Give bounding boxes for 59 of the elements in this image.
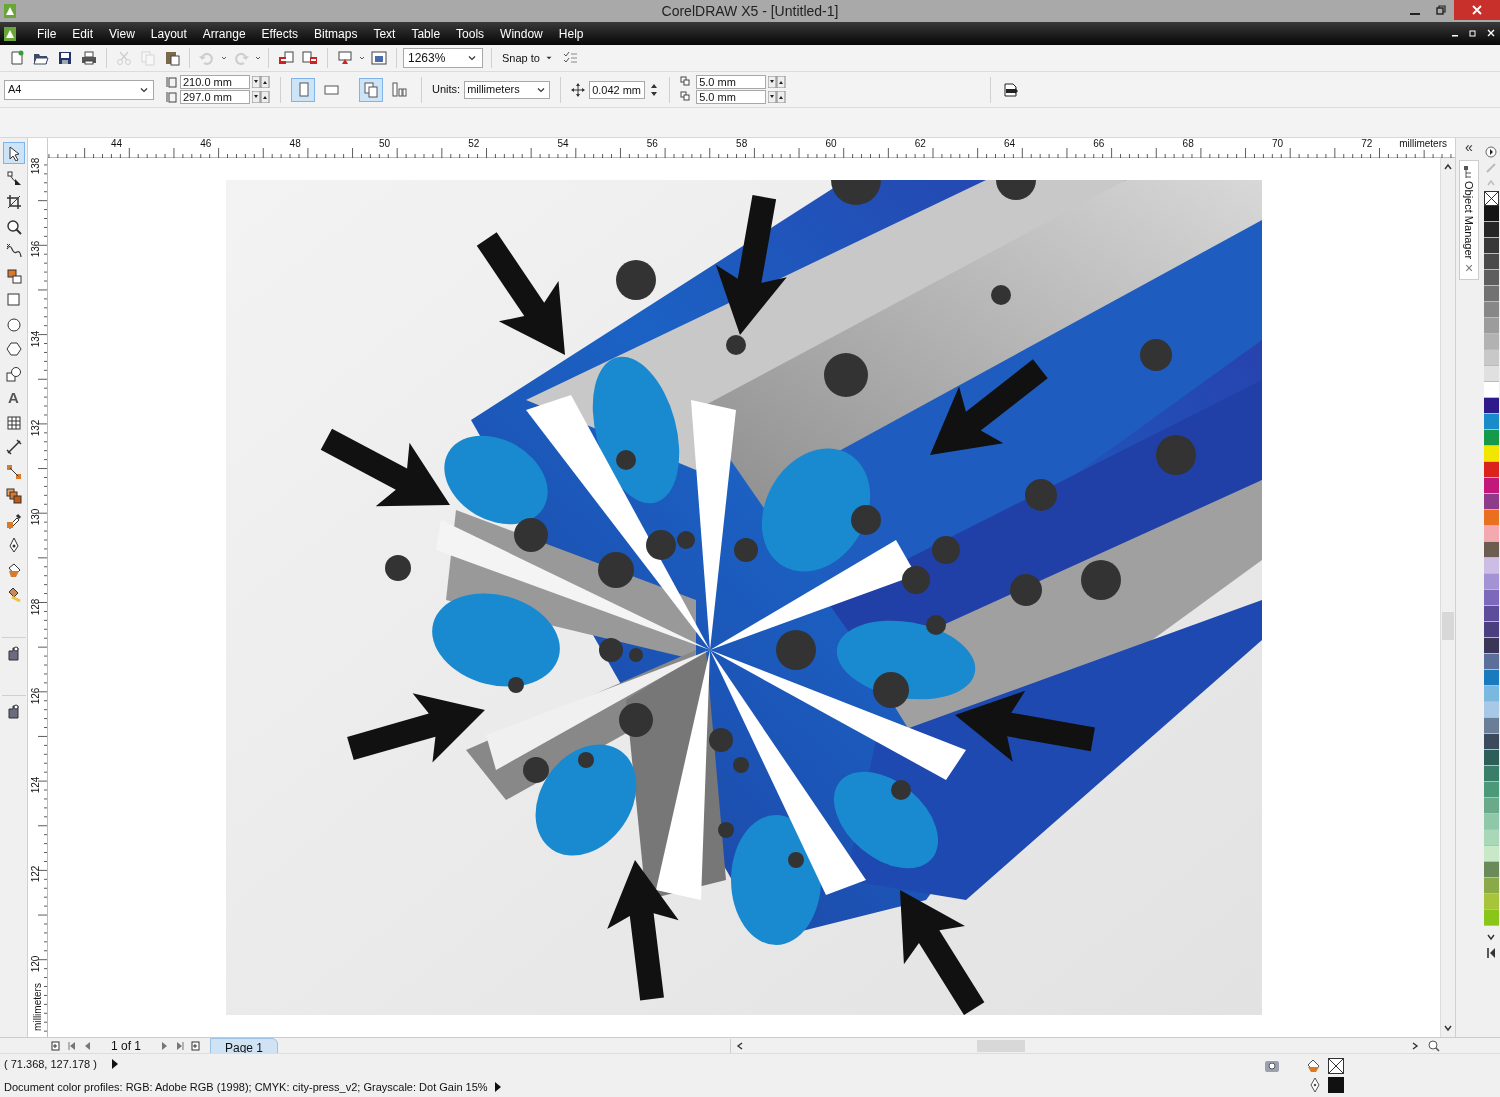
menu-item[interactable]: Edit bbox=[64, 24, 102, 43]
window-title: CorelDRAW X5 - [Untitled-1] bbox=[661, 1, 839, 21]
ruler-label: 132 bbox=[30, 418, 42, 439]
ruler-label: 70 bbox=[1271, 138, 1283, 150]
units-dropdown[interactable]: millimeters bbox=[464, 80, 551, 99]
menu-item[interactable]: Bitmaps bbox=[306, 24, 366, 43]
menu-item[interactable]: View bbox=[101, 24, 143, 43]
ruler-label: 48 bbox=[289, 138, 301, 150]
zoom-dropdown[interactable]: 1263% bbox=[403, 48, 483, 68]
ruler-label: 52 bbox=[468, 138, 480, 150]
ruler-label: 120 bbox=[30, 954, 42, 975]
cursor-coordinates: ( 71.368, 127.178 ) bbox=[4, 1057, 97, 1072]
ruler-label: 54 bbox=[557, 138, 569, 150]
ruler-label: 64 bbox=[1004, 138, 1016, 150]
ruler-label: 60 bbox=[825, 138, 837, 150]
color-profiles-text: Document color profiles: RGB: Adobe RGB (1998); CMYK: city-press_v2; Grayscale: Dot Gain 15% bbox=[4, 1079, 488, 1095]
docker-tab-label: Object Manager bbox=[1462, 181, 1477, 260]
ruler-label: 62 bbox=[914, 138, 926, 150]
text-tool-button[interactable]: A bbox=[2, 387, 25, 409]
ruler-label: 72 bbox=[1361, 138, 1373, 150]
page-height-field[interactable]: 297.0 mm bbox=[180, 90, 250, 104]
ruler-label: 50 bbox=[378, 138, 390, 150]
menu-item[interactable]: File bbox=[29, 24, 65, 43]
ruler-label: 130 bbox=[30, 507, 42, 528]
snap-to-button[interactable]: Snap to bbox=[500, 49, 542, 67]
close-docker-button[interactable]: × bbox=[1464, 261, 1474, 276]
menu-item[interactable]: Layout bbox=[142, 24, 195, 43]
ruler-label: 134 bbox=[30, 329, 42, 349]
vertical-ruler[interactable]: 138 136 134 132 130 128 126 124 122 120 millimeters bbox=[28, 158, 48, 1037]
ruler-label: 68 bbox=[1182, 138, 1194, 150]
ruler-label: 128 bbox=[30, 597, 42, 617]
duplicate-y-field[interactable]: 5.0 mm bbox=[696, 90, 767, 104]
menu-item[interactable]: Text bbox=[365, 24, 404, 43]
nudge-field[interactable]: 0.042 mm bbox=[589, 80, 646, 99]
menu-item[interactable]: Window bbox=[492, 24, 551, 43]
ruler-label: 58 bbox=[736, 138, 748, 150]
ruler-label: 138 bbox=[30, 158, 42, 177]
units-label: Units: bbox=[432, 82, 461, 98]
ruler-label: 44 bbox=[111, 138, 123, 150]
ruler-label: 122 bbox=[30, 865, 42, 885]
page-width-field[interactable]: 210.0 mm bbox=[180, 75, 250, 89]
menu-item[interactable]: Table bbox=[403, 24, 449, 43]
ruler-label: 46 bbox=[200, 138, 212, 150]
ruler-label: 56 bbox=[646, 138, 658, 150]
docker-tab[interactable]: Object Manager × bbox=[1459, 160, 1479, 281]
menu-item[interactable]: Effects bbox=[253, 24, 307, 43]
ruler-label: 124 bbox=[30, 775, 42, 796]
ruler-label: 66 bbox=[1093, 138, 1105, 150]
duplicate-x-field[interactable]: 5.0 mm bbox=[696, 75, 767, 89]
menu-item[interactable]: Tools bbox=[448, 24, 493, 43]
ruler-unit-label: millimeters bbox=[32, 982, 44, 1032]
ruler-label: 136 bbox=[30, 239, 42, 260]
menu-item[interactable]: Help bbox=[550, 24, 592, 43]
page-size-dropdown[interactable]: A4 bbox=[4, 79, 154, 100]
menu-item[interactable]: Arrange bbox=[194, 24, 254, 43]
ruler-label: 126 bbox=[30, 686, 42, 707]
ruler-unit-label: millimeters bbox=[1399, 138, 1447, 150]
collapse-docker-button[interactable]: « bbox=[1465, 140, 1473, 154]
page-counter: 1 of 1 bbox=[110, 1037, 142, 1055]
